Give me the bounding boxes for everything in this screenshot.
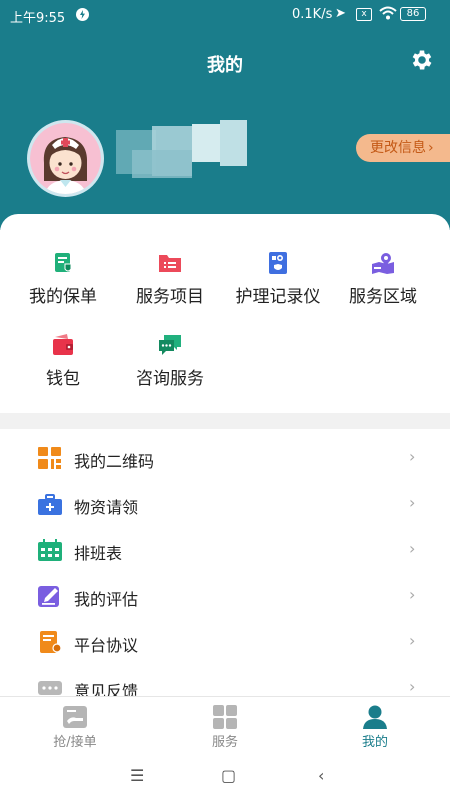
chevron-right-icon: › (428, 140, 434, 156)
services-grid-icon (213, 705, 237, 729)
grid-label: 我的保单 (29, 287, 97, 307)
grab-order-icon (63, 706, 87, 728)
grid-item-policy[interactable]: 我的保单 (13, 252, 113, 307)
agreement-icon (40, 631, 62, 653)
edit-info-button[interactable]: 更改信息 › (356, 134, 450, 162)
supplies-icon (38, 494, 62, 515)
chevron-right-icon: › (409, 447, 416, 466)
grid-item-nursing-recorder[interactable]: 护理记录仪 (226, 252, 330, 307)
grid-label: 咨询服务 (136, 369, 204, 389)
edit-info-label: 更改信息 (370, 140, 426, 156)
status-time: 上午9:55 (10, 11, 66, 26)
tab-profile[interactable]: 我的 (300, 697, 450, 755)
service-area-icon (372, 253, 394, 274)
chevron-right-icon: › (409, 585, 416, 604)
page-title: 我的 (207, 55, 243, 76)
battery-icon: 86 (400, 7, 426, 21)
qr-code-icon (38, 447, 61, 469)
schedule-icon (38, 539, 62, 561)
list-item-agreement[interactable]: 平台协议 › (0, 621, 450, 667)
evaluation-icon (38, 586, 59, 607)
list-item-qr-code[interactable]: 我的二维码 › (0, 437, 450, 483)
nurse-avatar-illustration (43, 137, 88, 194)
network-speed: 0.1K/s (292, 7, 333, 22)
tab-label: 抢/接单 (53, 735, 97, 750)
chevron-right-icon: › (409, 539, 416, 558)
list-label: 我的二维码 (74, 452, 155, 471)
grid-label: 服务项目 (136, 287, 204, 307)
location-arrow-icon: ➤ (335, 6, 346, 21)
menu-icon[interactable]: ☰ (130, 766, 144, 785)
grid-item-service-area[interactable]: 服务区域 (333, 252, 433, 307)
tab-label: 我的 (361, 735, 388, 750)
gear-icon[interactable] (409, 47, 435, 73)
grid-item-wallet[interactable]: 钱包 (13, 334, 113, 389)
wallet-icon (53, 334, 73, 355)
grid-label: 服务区域 (349, 287, 417, 307)
profile-header: 我的 更改信息 › (0, 30, 450, 230)
chevron-right-icon: › (409, 677, 416, 696)
nursing-recorder-icon (269, 252, 287, 274)
service-items-icon (159, 255, 181, 272)
list-label: 排班表 (74, 544, 123, 563)
list-item-evaluation[interactable]: 我的评估 › (0, 575, 450, 621)
bottom-tab-bar: 抢/接单 服务 我的 (0, 696, 450, 754)
grid-item-consult[interactable]: 咨询服务 (120, 334, 220, 389)
policy-icon (55, 253, 72, 272)
section-divider (0, 413, 450, 429)
bolt-icon (76, 8, 89, 21)
back-icon[interactable]: ‹ (318, 766, 324, 785)
feature-grid: 我的保单 服务项目 护理记录仪 服务区域 钱包 咨询服务 (0, 214, 450, 414)
list-item-schedule[interactable]: 排班表 › (0, 529, 450, 575)
system-navigation-bar: ☰ ▢ ‹ (0, 754, 450, 800)
sim-icon: x (356, 8, 372, 21)
grid-label: 钱包 (46, 369, 80, 389)
status-bar: 上午9:55 0.1K/s ➤ x 86 (0, 0, 450, 30)
home-icon[interactable]: ▢ (221, 766, 236, 785)
tab-label: 服务 (211, 735, 238, 750)
chevron-right-icon: › (409, 493, 416, 512)
list-item-supplies[interactable]: 物资请领 › (0, 483, 450, 529)
list-label: 物资请领 (74, 498, 139, 517)
consult-icon (159, 335, 181, 355)
chevron-right-icon: › (409, 631, 416, 650)
list-label: 平台协议 (74, 636, 139, 655)
wifi-icon (379, 6, 397, 20)
grid-label: 护理记录仪 (235, 287, 321, 307)
avatar[interactable] (27, 120, 104, 197)
profile-icon (363, 705, 387, 729)
grid-item-service-items[interactable]: 服务项目 (120, 252, 220, 307)
tab-services[interactable]: 服务 (150, 697, 300, 755)
tab-grab-order[interactable]: 抢/接单 (0, 697, 150, 755)
list-label: 我的评估 (74, 590, 139, 609)
blurred-username (112, 120, 247, 180)
